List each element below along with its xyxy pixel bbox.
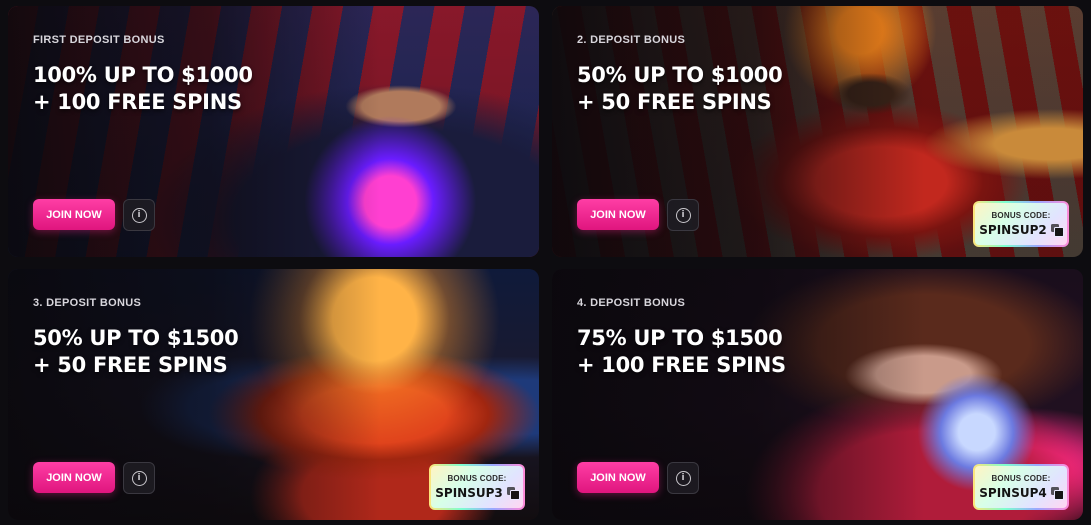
bonus-code-copy[interactable]: BONUS CODE: SPINSUP4 (973, 464, 1069, 510)
bonus-code-value: SPINSUP4 (979, 486, 1047, 500)
bonus-label: 2. DEPOSIT BONUS (577, 34, 686, 46)
bonus-card-deposit-3: 3. DEPOSIT BONUS 50% UP TO $1500 + 50 FR… (8, 269, 539, 520)
info-icon: i (675, 207, 691, 223)
info-icon: i (131, 470, 147, 486)
bonus-code-label: BONUS CODE: (991, 474, 1051, 483)
bonus-label: 4. DEPOSIT BONUS (577, 297, 686, 309)
bonus-code-value: SPINSUP2 (979, 223, 1047, 237)
join-now-button[interactable]: JOIN NOW (577, 462, 659, 493)
bonus-grid: FIRST DEPOSIT BONUS 100% UP TO $1000 + 1… (0, 0, 1091, 525)
bonus-free-spins: + 100 FREE SPINS (577, 353, 786, 377)
info-button[interactable]: i (667, 199, 699, 231)
copy-icon (1050, 224, 1064, 237)
bonus-amount: 50% UP TO $1500 (33, 326, 239, 350)
bonus-card-deposit-2: 2. DEPOSIT BONUS 50% UP TO $1000 + 50 FR… (552, 6, 1083, 257)
info-button[interactable]: i (667, 462, 699, 494)
bonus-headline: 75% UP TO $1500 + 100 FREE SPINS (577, 325, 786, 379)
copy-icon (1050, 487, 1064, 500)
join-now-button[interactable]: JOIN NOW (33, 462, 115, 493)
bonus-code-label: BONUS CODE: (447, 474, 507, 483)
bonus-free-spins: + 50 FREE SPINS (33, 353, 228, 377)
bonus-headline: 50% UP TO $1500 + 50 FREE SPINS (33, 325, 239, 379)
info-icon: i (675, 470, 691, 486)
bonus-free-spins: + 100 FREE SPINS (33, 90, 242, 114)
bonus-headline: 50% UP TO $1000 + 50 FREE SPINS (577, 62, 783, 116)
bonus-amount: 100% UP TO $1000 (33, 63, 253, 87)
bonus-amount: 75% UP TO $1500 (577, 326, 783, 350)
bonus-card-deposit-4: 4. DEPOSIT BONUS 75% UP TO $1500 + 100 F… (552, 269, 1083, 520)
bonus-label: FIRST DEPOSIT BONUS (33, 34, 165, 46)
bonus-headline: 100% UP TO $1000 + 100 FREE SPINS (33, 62, 253, 116)
join-now-button[interactable]: JOIN NOW (33, 199, 115, 230)
info-button[interactable]: i (123, 462, 155, 494)
bonus-amount: 50% UP TO $1000 (577, 63, 783, 87)
bonus-code-copy[interactable]: BONUS CODE: SPINSUP2 (973, 201, 1069, 247)
bonus-free-spins: + 50 FREE SPINS (577, 90, 772, 114)
info-icon: i (131, 207, 147, 223)
bonus-code-value: SPINSUP3 (435, 486, 503, 500)
info-button[interactable]: i (123, 199, 155, 231)
bonus-card-first-deposit: FIRST DEPOSIT BONUS 100% UP TO $1000 + 1… (8, 6, 539, 257)
copy-icon (506, 487, 520, 500)
bonus-code-copy[interactable]: BONUS CODE: SPINSUP3 (429, 464, 525, 510)
bonus-label: 3. DEPOSIT BONUS (33, 297, 142, 309)
bonus-code-label: BONUS CODE: (991, 211, 1051, 220)
join-now-button[interactable]: JOIN NOW (577, 199, 659, 230)
